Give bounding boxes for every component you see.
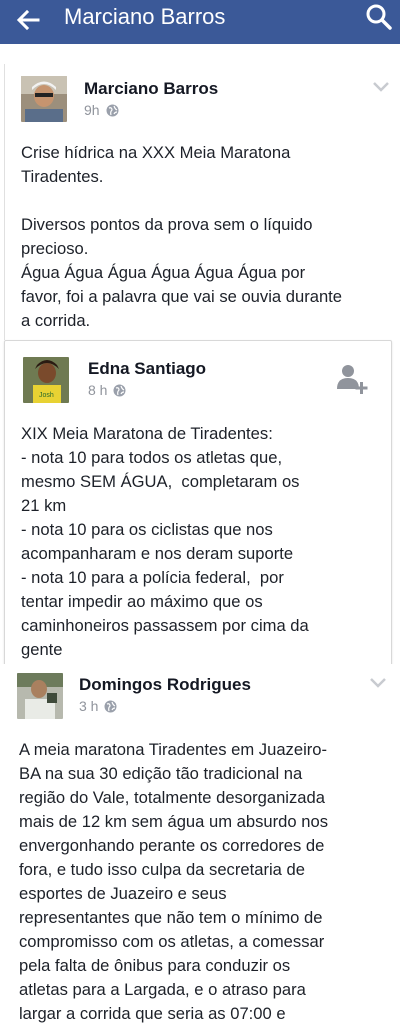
search-icon[interactable] [364, 2, 394, 32]
post-card: Marciano Barros 9h Crise hídrica na XXX … [4, 64, 400, 340]
post-text: Crise hídrica na XXX Meia Maratona Tirad… [21, 143, 343, 330]
post-time[interactable]: 3 h [79, 698, 98, 714]
author-name[interactable]: Edna Santiago [88, 359, 206, 379]
avatar[interactable]: Josh [23, 357, 69, 403]
post-text: A meia maratona Tiradentes em Juazeiro- … [19, 740, 328, 1023]
top-app-bar: Marciano Barros [0, 0, 400, 44]
avatar[interactable] [17, 673, 63, 719]
chevron-down-icon[interactable] [373, 82, 389, 92]
post-meta: 8 h [88, 382, 126, 398]
chevron-down-icon[interactable] [370, 678, 386, 688]
avatar[interactable] [21, 76, 67, 122]
post-meta: 9h [84, 102, 119, 118]
back-arrow-icon[interactable] [12, 4, 44, 36]
post-time[interactable]: 8 h [88, 382, 107, 398]
author-name[interactable]: Marciano Barros [84, 79, 218, 99]
post-text: XIX Meia Maratona de Tiradentes: - nota … [21, 424, 309, 659]
globe-icon [104, 700, 117, 713]
post-card: Domingos Rodrigues 3 h A meia maratona T… [0, 664, 400, 1023]
add-friend-icon[interactable] [335, 361, 369, 395]
globe-icon [113, 384, 126, 397]
post-time[interactable]: 9h [84, 102, 100, 118]
author-name[interactable]: Domingos Rodrigues [79, 675, 251, 695]
svg-text:Josh: Josh [39, 392, 54, 399]
globe-icon [106, 104, 119, 117]
page-title: Marciano Barros [64, 4, 226, 29]
post-meta: 3 h [79, 698, 117, 714]
post-card: Josh Edna Santiago 8 h XIX Meia Maratona… [4, 340, 392, 666]
